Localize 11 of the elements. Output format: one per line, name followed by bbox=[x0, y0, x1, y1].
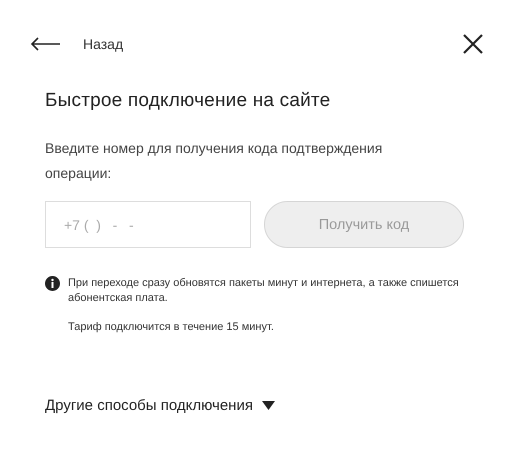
caret-down-icon bbox=[262, 401, 275, 410]
other-methods-toggle[interactable]: Другие способы подключения bbox=[45, 397, 275, 414]
info-icon bbox=[45, 276, 60, 291]
dialog-title: Быстрое подключение на сайте bbox=[45, 90, 332, 112]
back-arrow-icon bbox=[30, 37, 61, 51]
phone-input-field[interactable]: +7 ( ) - - bbox=[45, 201, 251, 248]
note-text: Тариф подключится в течение 15 минут. bbox=[68, 320, 275, 335]
back-button[interactable]: Назад bbox=[30, 36, 124, 52]
instruction-text: Введите номер для получения кода подтверждения операции: bbox=[45, 139, 384, 183]
close-icon[interactable] bbox=[462, 33, 484, 55]
note-text: При переходе сразу обновятся пакеты минут и интернета, а также спишется абонентская плата. bbox=[68, 276, 460, 306]
